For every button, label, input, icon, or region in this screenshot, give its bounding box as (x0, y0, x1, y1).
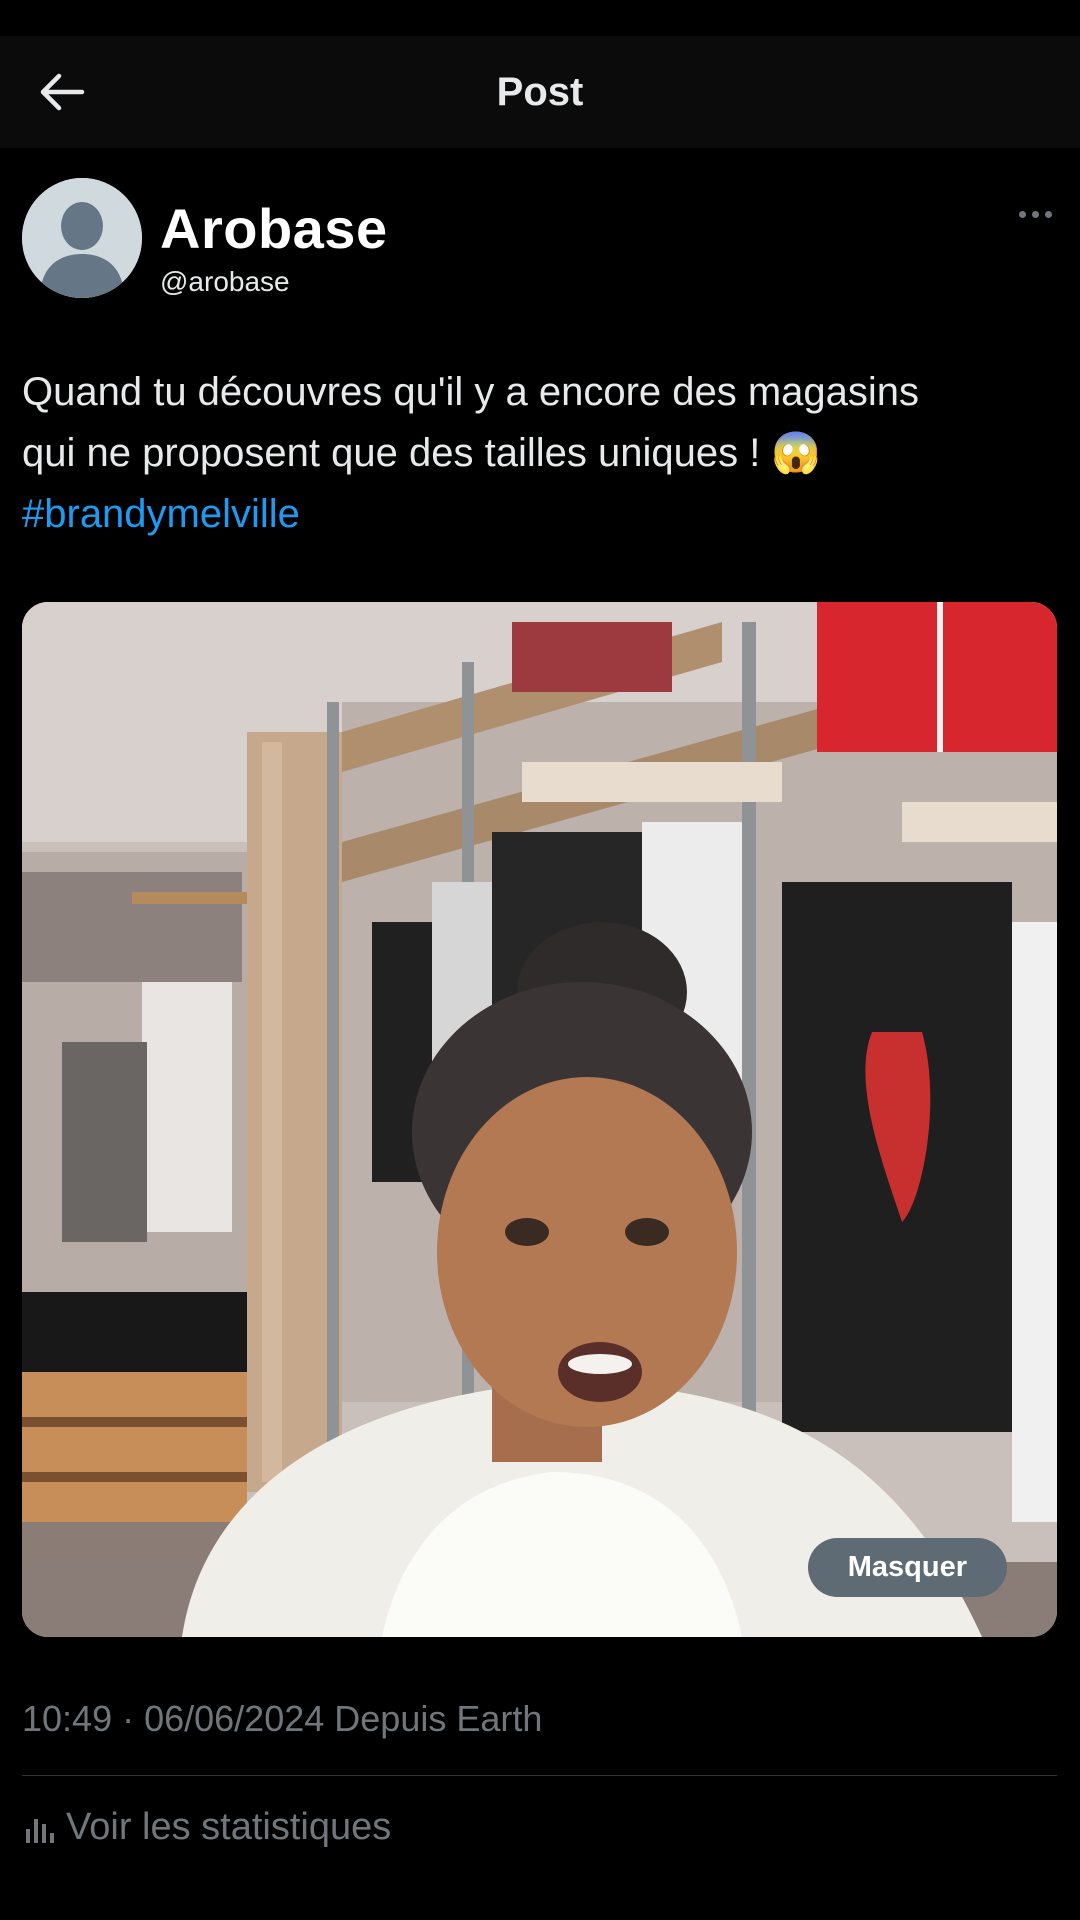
top-bar: Post (0, 36, 1080, 148)
bar-chart-icon (26, 1818, 54, 1843)
divider (22, 1775, 1057, 1776)
author-handle[interactable]: @arobase (160, 266, 290, 298)
media-gif-illustration (22, 602, 1057, 1637)
more-horizontal-icon (1018, 210, 1026, 218)
hashtag-link[interactable]: #brandymelville (22, 484, 1052, 545)
avatar[interactable] (22, 178, 142, 298)
default-avatar-icon (22, 178, 142, 298)
post-text-line: Quand tu découvres qu'il y a encore des … (22, 370, 920, 414)
view-stats-button[interactable]: Voir les statistiques (22, 1806, 391, 1849)
post-source: Depuis Earth (334, 1698, 543, 1739)
author-name[interactable]: Arobase (160, 196, 388, 261)
more-options-button[interactable] (1000, 196, 1070, 232)
post-meta: 10:49 · 06/06/2024 Depuis Earth (22, 1698, 542, 1740)
hide-media-button[interactable]: Masquer (807, 1538, 1007, 1597)
post-media[interactable]: Masquer (22, 602, 1057, 1637)
post-text-line: qui ne proposent que des tailles uniques… (22, 431, 822, 475)
page-title: Post (496, 70, 584, 114)
stats-label: Voir les statistiques (66, 1806, 392, 1848)
status-bar (0, 0, 1080, 36)
post-text: Quand tu découvres qu'il y a encore des … (22, 362, 1052, 545)
post-timestamp[interactable]: 10:49 · 06/06/2024 (22, 1698, 324, 1739)
